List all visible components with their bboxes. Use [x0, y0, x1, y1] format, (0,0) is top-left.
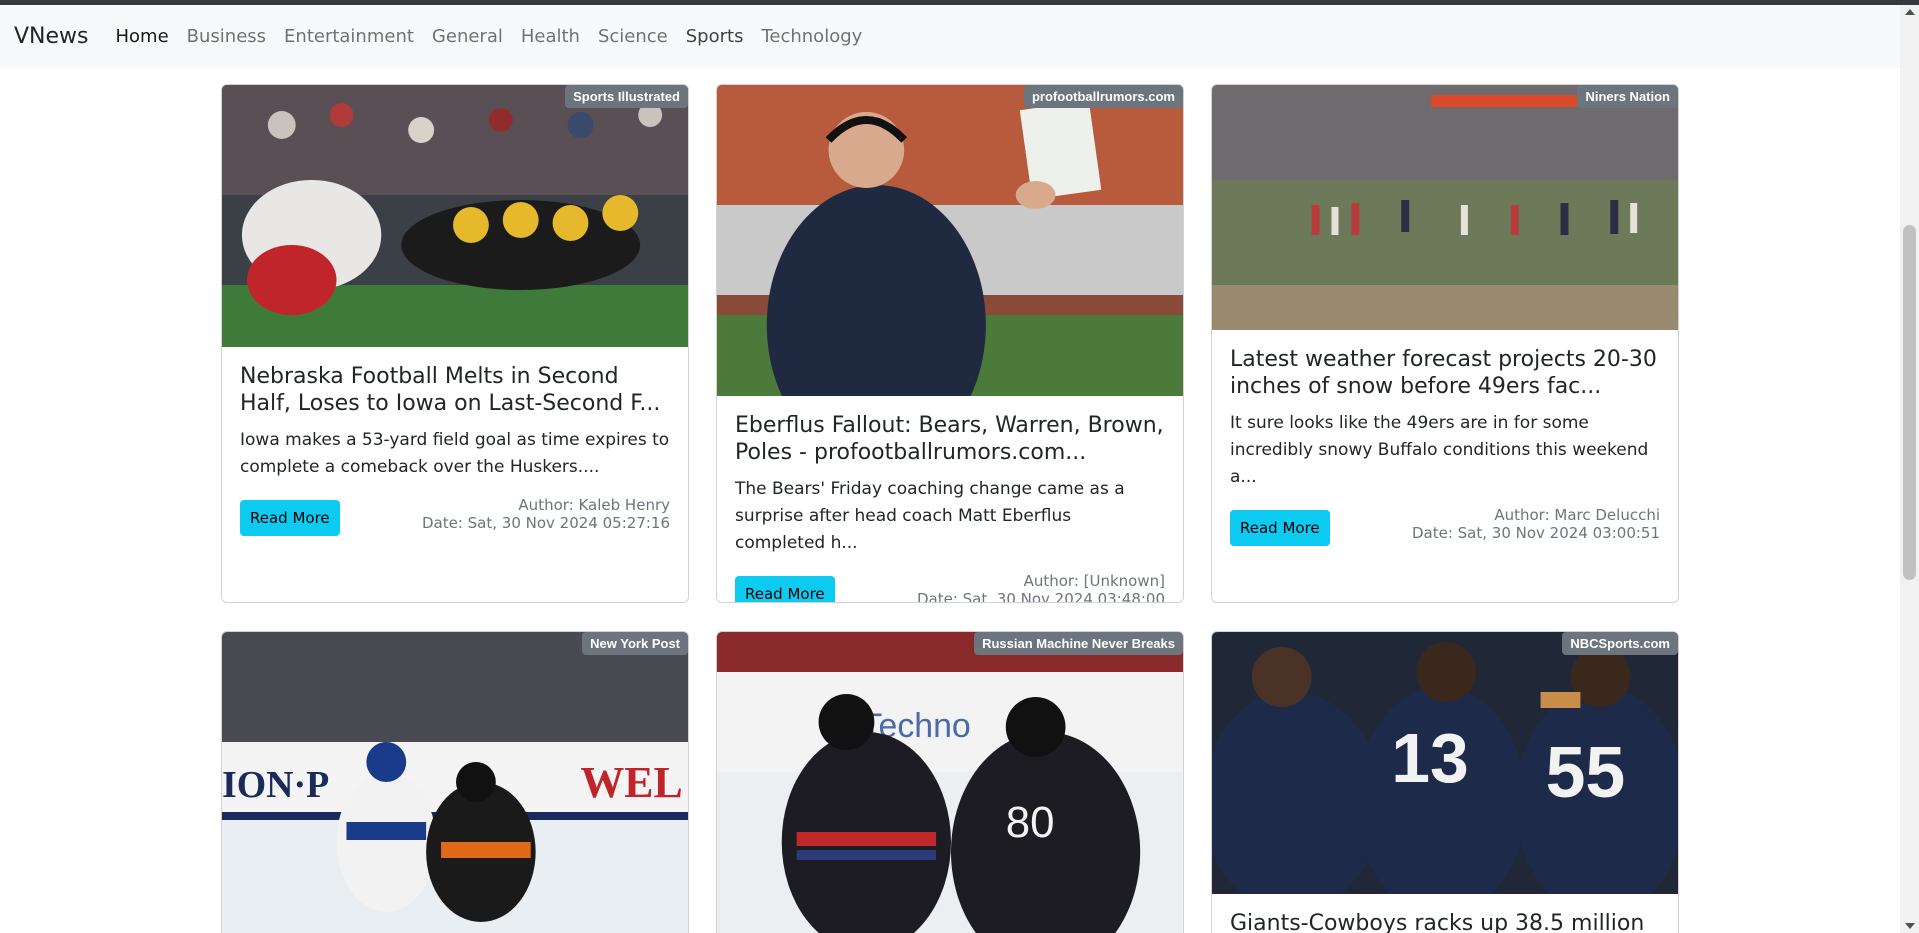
article-image: Niners Nation: [1212, 85, 1678, 330]
scroll-up-arrow-icon[interactable]: [1905, 9, 1915, 15]
source-badge: Niners Nation: [1577, 85, 1678, 108]
nav-business[interactable]: Business: [187, 26, 266, 47]
nav-home[interactable]: Home: [116, 26, 169, 47]
article-author: Author: Kaleb Henry: [518, 496, 670, 514]
article-title: Eberflus Fallout: Bears, Warren, Brown, …: [735, 413, 1164, 465]
article-image: ION·P WEL New York Post: [222, 632, 688, 933]
nav-sports[interactable]: Sports: [686, 26, 744, 47]
scrollbar-thumb[interactable]: [1903, 225, 1916, 580]
nav-technology[interactable]: Technology: [761, 26, 862, 47]
nav-general[interactable]: General: [432, 26, 503, 47]
news-grid: Sports Illustrated Nebraska Football Mel…: [0, 68, 1900, 933]
brand-logo[interactable]: VNews: [14, 24, 89, 49]
svg-text:55: 55: [1546, 733, 1626, 813]
svg-text:ION·P: ION·P: [222, 764, 329, 806]
article-description: Iowa makes a 53-yard field goal as time …: [240, 430, 670, 477]
svg-text:WEL: WEL: [580, 759, 682, 807]
article-title: Giants-Cowboys racks up 38.5 million: [1230, 911, 1645, 933]
news-card: Sports Illustrated Nebraska Football Mel…: [221, 84, 689, 603]
article-image: 13 55 NBCSports.com: [1212, 632, 1678, 894]
article-description: It sure looks like the 49ers are in for …: [1230, 413, 1649, 487]
nav-science[interactable]: Science: [598, 26, 668, 47]
article-title: Nebraska Football Melts in Second Half, …: [240, 364, 661, 416]
source-badge: NBCSports.com: [1562, 632, 1678, 655]
svg-text:80: 80: [1006, 798, 1055, 847]
nav-entertainment[interactable]: Entertainment: [284, 26, 414, 47]
news-card: ION·P WEL New York Post: [221, 631, 689, 933]
article-author: Author: [Unknown]: [1023, 572, 1165, 590]
news-card: 13 55 NBCSports.com Giants-Cowboys racks…: [1211, 631, 1679, 933]
news-card: LLTechno 80 Russian Machine Never Breaks: [716, 631, 1184, 933]
news-card: Niners Nation Latest weather forecast pr…: [1211, 84, 1679, 603]
news-card: profootballrumors.com Eberflus Fallout: …: [716, 84, 1184, 603]
read-more-button[interactable]: Read More: [1230, 510, 1330, 546]
article-image: profootballrumors.com: [717, 85, 1183, 396]
source-badge: Sports Illustrated: [565, 85, 688, 108]
article-author: Author: Marc Delucchi: [1494, 506, 1660, 524]
source-badge: profootballrumors.com: [1023, 85, 1183, 108]
nav-health[interactable]: Health: [521, 26, 580, 47]
navbar: VNews Home Business Entertainment Genera…: [0, 5, 1900, 68]
article-title: Latest weather forecast projects 20-30 i…: [1230, 347, 1657, 399]
read-more-button[interactable]: Read More: [735, 576, 835, 602]
article-image: LLTechno 80 Russian Machine Never Breaks: [717, 632, 1183, 933]
article-date: Date: Sat, 30 Nov 2024 03:00:51: [1411, 524, 1660, 542]
article-date: Date: Sat, 30 Nov 2024 03:48:00: [916, 590, 1165, 603]
article-description: The Bears' Friday coaching change came a…: [735, 479, 1125, 553]
source-badge: Russian Machine Never Breaks: [974, 632, 1183, 655]
article-date: Date: Sat, 30 Nov 2024 05:27:16: [421, 514, 670, 532]
source-badge: New York Post: [582, 632, 688, 655]
svg-text:13: 13: [1391, 719, 1469, 797]
article-image: Sports Illustrated: [222, 85, 688, 347]
vertical-scrollbar[interactable]: [1900, 5, 1919, 933]
read-more-button[interactable]: Read More: [240, 500, 340, 536]
scroll-down-arrow-icon[interactable]: [1905, 923, 1915, 929]
